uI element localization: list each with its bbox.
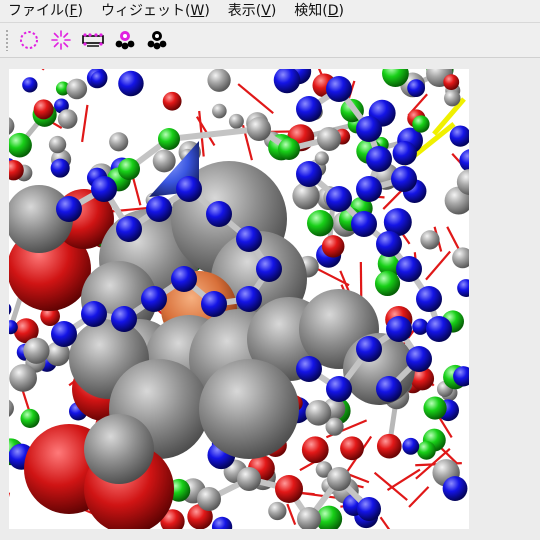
cluster-black-icon bbox=[147, 31, 167, 50]
starburst-icon bbox=[51, 30, 71, 50]
molecule-viewport[interactable] bbox=[9, 69, 469, 529]
dotted-ring-button[interactable] bbox=[14, 25, 44, 55]
menu-widget[interactable]: ウィジェット(W) bbox=[91, 0, 218, 22]
toolbar-grip[interactable] bbox=[5, 29, 9, 51]
molecule-render[interactable] bbox=[9, 69, 469, 529]
cluster-pink-button[interactable] bbox=[110, 25, 140, 55]
starburst-button[interactable] bbox=[46, 25, 76, 55]
menu-file[interactable]: ファイル(F) bbox=[0, 0, 91, 22]
dotted-ring-icon bbox=[20, 31, 38, 49]
menu-view[interactable]: 表示(V) bbox=[218, 0, 285, 22]
menu-bar: ファイル(F) ウィジェット(W) 表示(V) 検知(D) bbox=[0, 0, 540, 23]
cluster-pink-icon bbox=[115, 31, 135, 50]
menu-detect[interactable]: 検知(D) bbox=[284, 0, 352, 22]
toolbar bbox=[0, 23, 540, 58]
pocket-bridge-button[interactable] bbox=[78, 25, 108, 55]
cluster-black-button[interactable] bbox=[142, 25, 172, 55]
pocket-bridge-icon bbox=[82, 33, 104, 47]
